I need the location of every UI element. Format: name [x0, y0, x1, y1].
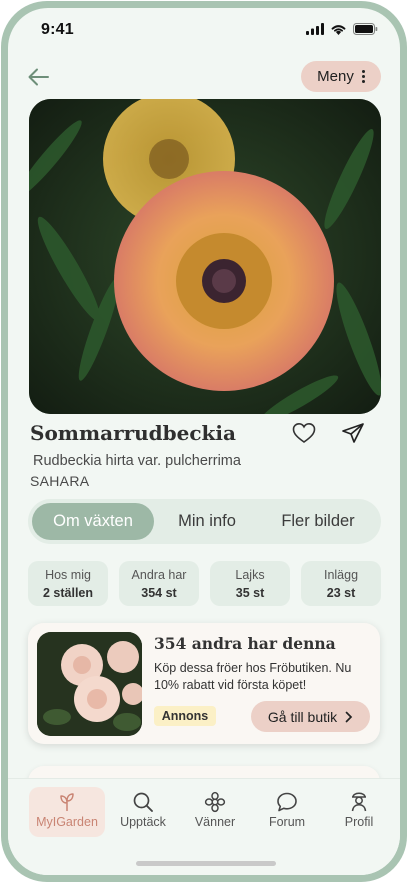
stat-lajks[interactable]: Lajks 35 st — [210, 561, 290, 606]
chevron-right-icon — [345, 711, 353, 722]
stat-andra-har[interactable]: Andra har 354 st — [119, 561, 199, 606]
stat-label: Hos mig — [45, 568, 91, 582]
nav-upptack[interactable]: Upptäck — [106, 787, 180, 835]
plant-latin-name: Rudbeckia hirta var. pulcherrima — [33, 453, 241, 469]
stat-label: Inlägg — [323, 568, 359, 582]
profile-icon — [351, 792, 367, 812]
chat-bubble-icon — [277, 792, 297, 812]
tab-om-vaxten[interactable]: Om växten — [32, 503, 154, 540]
phone-frame: 9:41 Meny Sommarrudbeckia Rudbeckia hirt… — [1, 1, 407, 882]
nav-forum[interactable]: Forum — [250, 787, 324, 835]
nav-profil[interactable]: Profil — [322, 787, 396, 835]
home-indicator — [136, 861, 276, 866]
status-time: 9:41 — [41, 21, 74, 38]
go-to-shop-button[interactable]: Gå till butik — [251, 701, 370, 732]
stat-value: 23 st — [326, 586, 356, 600]
stat-label: Andra har — [131, 568, 187, 582]
stat-label: Lajks — [235, 568, 265, 582]
menu-button[interactable]: Meny — [301, 61, 381, 92]
nav-label: MyIGarden — [36, 815, 98, 829]
stat-hos-mig[interactable]: Hos mig 2 ställen — [28, 561, 108, 606]
tab-bar: Om växten Min info Fler bilder — [28, 499, 381, 544]
go-to-shop-label: Gå till butik — [267, 708, 338, 725]
sprout-icon — [60, 793, 74, 811]
ad-rose-image — [37, 632, 142, 736]
tab-fler-bilder[interactable]: Fler bilder — [260, 503, 376, 540]
more-vertical-icon — [361, 70, 365, 83]
nav-vanner[interactable]: Vänner — [178, 787, 252, 835]
nav-label: Profil — [344, 815, 374, 829]
search-icon — [133, 792, 153, 812]
stats-row: Hos mig 2 ställen Andra har 354 st Lajks… — [28, 561, 381, 606]
send-icon[interactable] — [341, 422, 365, 444]
battery-icon — [353, 23, 378, 35]
plant-cultivar: SAHARA — [30, 473, 90, 489]
stat-inlagg[interactable]: Inlägg 23 st — [301, 561, 381, 606]
nav-mygarden[interactable]: MyIGarden — [29, 787, 105, 837]
stat-value: 35 st — [235, 586, 265, 600]
nav-label: Forum — [268, 815, 306, 829]
back-arrow-icon[interactable] — [26, 64, 52, 90]
heart-icon[interactable] — [292, 422, 316, 444]
status-bar: 9:41 — [8, 8, 400, 52]
wifi-icon — [331, 25, 346, 35]
signal-icon — [306, 23, 324, 35]
flower-icon — [204, 791, 226, 813]
ad-title: 354 andra har denna — [154, 634, 336, 653]
tab-min-info[interactable]: Min info — [154, 503, 260, 540]
plant-photo — [29, 99, 381, 414]
ad-badge: Annons — [154, 706, 216, 726]
nav-label: Upptäck — [120, 815, 166, 829]
screen: 9:41 Meny Sommarrudbeckia Rudbeckia hirt… — [8, 8, 400, 875]
stat-value: 354 st — [141, 586, 177, 600]
nav-label: Vänner — [194, 815, 236, 829]
status-icons — [306, 23, 378, 35]
ad-card: 354 andra har denna Köp dessa fröer hos … — [28, 623, 380, 744]
ad-description: Köp dessa fröer hos Fröbutiken. Nu 10% r… — [154, 661, 352, 692]
plant-name: Sommarrudbeckia — [30, 421, 236, 445]
stat-value: 2 ställen — [42, 586, 94, 600]
menu-label: Meny — [317, 68, 354, 85]
